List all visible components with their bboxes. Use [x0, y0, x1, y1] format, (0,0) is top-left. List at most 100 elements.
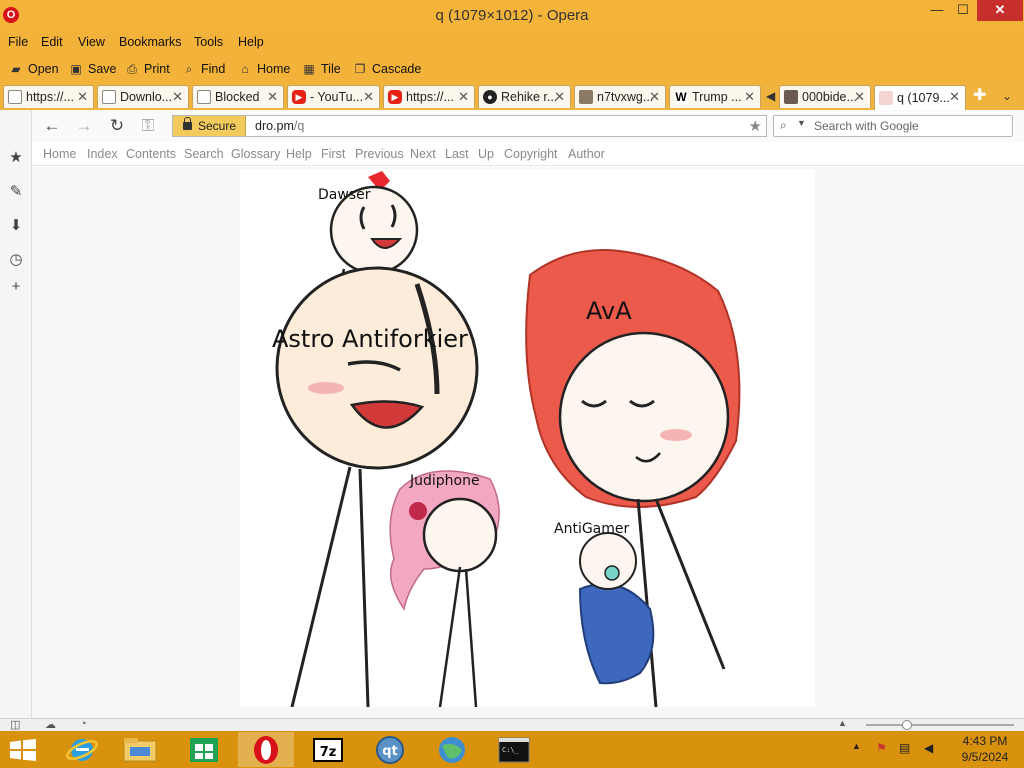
turbo-icon[interactable]: ☁ — [45, 718, 56, 731]
label-antigamer: AntiGamer — [554, 521, 630, 537]
tab-6[interactable]: ● Rehike r... ✕ — [478, 85, 571, 108]
print-button[interactable]: ⎙ Print — [124, 60, 170, 78]
menu-edit[interactable]: Edit — [41, 35, 63, 49]
system-clock[interactable]: 4:43 PM 9/5/2024 — [955, 733, 1015, 765]
key-icon[interactable]: ⚿ — [138, 116, 158, 136]
nav-home[interactable]: Home — [43, 147, 76, 161]
internet-explorer-icon — [66, 739, 98, 761]
open-label: Open — [28, 62, 59, 76]
7zip-task[interactable]: 7z — [300, 732, 356, 767]
new-tab-icon[interactable]: ✚ — [973, 85, 986, 105]
nav-last[interactable]: Last — [445, 147, 469, 161]
command-prompt-task[interactable]: C:\_ — [486, 732, 542, 767]
astro-head — [275, 266, 479, 470]
nav-index[interactable]: Index — [87, 147, 118, 161]
nav-first[interactable]: First — [321, 147, 345, 161]
tab-label: n7tvxwg... — [597, 90, 654, 104]
tile-button[interactable]: ▦ Tile — [301, 60, 341, 78]
bookmark-star-icon[interactable]: ★ — [749, 117, 762, 135]
tab-1[interactable]: https://... ✕ — [3, 85, 94, 108]
browser-viewport: ★ ✎ ⬇ ◷ + ← → ↻ ⚿ Secure dro.pm/q ★ ⌕ ▼ … — [0, 110, 1024, 731]
back-arrow-icon[interactable]: ← — [42, 116, 62, 136]
file-explorer-task[interactable] — [112, 732, 168, 767]
tab-close-icon[interactable]: ✕ — [458, 89, 469, 105]
secure-badge[interactable]: Secure — [173, 116, 246, 136]
tab-close-icon[interactable]: ✕ — [172, 89, 183, 105]
tab-2[interactable]: Downlo... ✕ — [97, 85, 189, 108]
tab-10-active[interactable]: q (1079... ✕ — [874, 85, 966, 110]
tab-label: Trump ... — [692, 90, 742, 104]
store-task[interactable] — [176, 732, 232, 767]
speed-dial-icon[interactable]: ◔ — [80, 718, 87, 730]
volume-icon[interactable]: ◀ — [924, 741, 933, 755]
downloads-icon[interactable]: ⬇ — [8, 218, 24, 234]
network-icon[interactable]: ▤ — [899, 741, 910, 755]
tab-label: Downlo... — [120, 90, 173, 104]
nav-previous[interactable]: Previous — [355, 147, 404, 161]
home-button[interactable]: ⌂ Home — [237, 60, 290, 78]
network-browser-task[interactable] — [424, 732, 480, 767]
tab-list-chevron-down-icon[interactable]: ⌄ — [1002, 89, 1012, 103]
nav-glossary[interactable]: Glossary — [231, 147, 280, 161]
zoom-slider-handle[interactable] — [902, 720, 912, 730]
cascade-button[interactable]: ❐ Cascade — [352, 60, 422, 78]
search-engine-dropdown-icon[interactable]: ▼ — [797, 118, 806, 128]
windows-start-icon[interactable] — [8, 739, 38, 761]
open-button[interactable]: ▰ Open — [8, 60, 59, 78]
tab-9[interactable]: 000bide... ✕ — [779, 85, 871, 108]
nav-author[interactable]: Author — [568, 147, 605, 161]
store-icon — [190, 738, 218, 762]
find-button[interactable]: ⌕ Find — [181, 60, 226, 78]
tab-close-icon[interactable]: ✕ — [949, 89, 960, 105]
menu-view[interactable]: View — [78, 35, 105, 49]
stick-figure-drawing: Astro Antiforkier Dawser Judiphone AvA A… — [272, 171, 741, 707]
close-button[interactable]: ✕ — [977, 0, 1023, 21]
nav-next[interactable]: Next — [410, 147, 436, 161]
tab-scroll-left-icon[interactable]: ◀ — [766, 89, 775, 103]
save-button[interactable]: ▣ Save — [68, 60, 116, 78]
forward-arrow-icon[interactable]: → — [74, 116, 94, 136]
tile-label: Tile — [321, 62, 341, 76]
tab-close-icon[interactable]: ✕ — [744, 89, 755, 105]
menu-bookmarks[interactable]: Bookmarks — [119, 35, 182, 49]
nav-copyright[interactable]: Copyright — [504, 147, 558, 161]
flag-icon[interactable]: ⚑ — [876, 741, 887, 755]
qbittorrent-task[interactable]: qt — [362, 732, 418, 767]
nav-search[interactable]: Search — [184, 147, 224, 161]
bookmarks-star-icon[interactable]: ★ — [8, 150, 24, 166]
tab-close-icon[interactable]: ✕ — [363, 89, 374, 105]
nav-contents[interactable]: Contents — [126, 147, 176, 161]
notes-icon[interactable]: ✎ — [8, 184, 24, 200]
tab-7[interactable]: n7tvxwg... ✕ — [574, 85, 666, 108]
nav-up[interactable]: Up — [478, 147, 494, 161]
tab-close-icon[interactable]: ✕ — [267, 89, 278, 105]
tab-close-icon[interactable]: ✕ — [554, 89, 565, 105]
tab-close-icon[interactable]: ✕ — [77, 89, 88, 105]
minimize-button[interactable]: — — [922, 0, 952, 21]
menu-tools[interactable]: Tools — [194, 35, 223, 49]
zoom-slider[interactable] — [866, 720, 1014, 730]
address-bar[interactable]: Secure dro.pm/q ★ — [172, 115, 767, 137]
tab-5[interactable]: ▶ https://... ✕ — [383, 85, 475, 108]
menu-help[interactable]: Help — [238, 35, 264, 49]
add-panel-icon[interactable]: + — [8, 279, 24, 295]
view-up-icon[interactable]: ▲ — [838, 718, 847, 728]
reload-icon[interactable]: ↻ — [107, 116, 127, 136]
tray-expand-icon[interactable]: ▲ — [852, 741, 861, 751]
menu-file[interactable]: File — [8, 35, 28, 49]
tab-close-icon[interactable]: ✕ — [854, 89, 865, 105]
search-field[interactable]: ⌕ ▼ Search with Google — [773, 115, 1013, 137]
tab-4[interactable]: ▶ - YouTu... ✕ — [287, 85, 380, 108]
antigamer-blanket — [578, 583, 655, 685]
tab-8[interactable]: W Trump ... ✕ — [669, 85, 761, 108]
url-text[interactable]: dro.pm/q — [255, 119, 304, 133]
nav-help[interactable]: Help — [286, 147, 312, 161]
maximize-button[interactable]: ☐ — [950, 0, 976, 21]
tab-3[interactable]: Blocked ✕ — [192, 85, 284, 108]
panel-toggle-icon[interactable]: ◫ — [10, 718, 20, 731]
search-icon: ⌕ — [185, 62, 193, 76]
internet-explorer-task[interactable] — [54, 732, 110, 767]
opera-task[interactable] — [238, 732, 294, 767]
tab-close-icon[interactable]: ✕ — [649, 89, 660, 105]
history-clock-icon[interactable]: ◷ — [8, 252, 24, 268]
